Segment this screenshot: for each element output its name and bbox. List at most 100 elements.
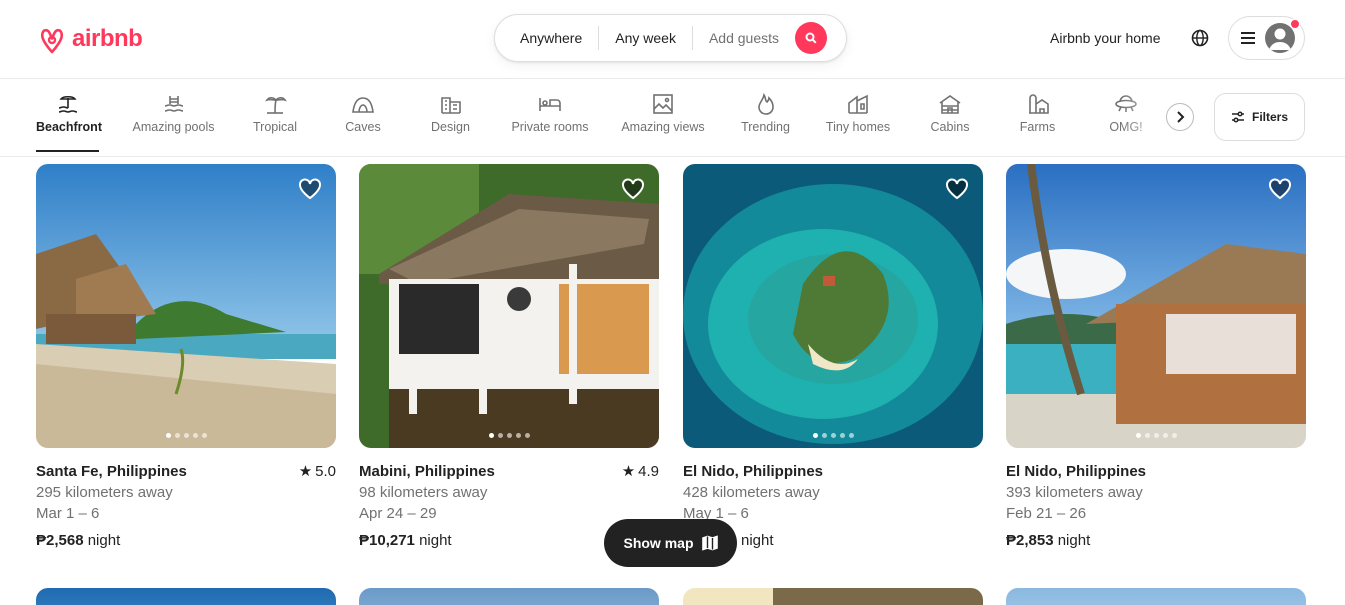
category-label: Tiny homes [825, 120, 891, 134]
listing-dates: May 1 – 6 [683, 505, 749, 522]
airbnb-logo[interactable]: airbnb [36, 22, 143, 56]
heart-icon[interactable] [945, 178, 969, 200]
price-unit: night [1057, 532, 1091, 549]
filters-button[interactable]: Filters [1214, 93, 1305, 141]
price-value: ₱2,853 [1006, 532, 1054, 549]
listing-location: El Nido, Philippines [1006, 463, 1147, 480]
listing-photo[interactable] [36, 164, 336, 448]
search-when[interactable]: Any week [599, 26, 693, 50]
category-tropical[interactable]: Tropical [252, 90, 298, 152]
category-tiny-homes[interactable]: Tiny homes [825, 90, 891, 152]
category-caves[interactable]: Caves [343, 90, 383, 152]
beach-hut-photo [1006, 164, 1306, 448]
listing-price: ₱2,853 night [1006, 530, 1306, 551]
hamburger-icon [1241, 32, 1255, 44]
tiny-home-icon [848, 94, 868, 114]
listing-distance: 428 kilometers away [683, 484, 820, 501]
globe-icon[interactable] [1190, 28, 1210, 48]
listing-price: ₱2,568 night [36, 530, 336, 551]
category-private-rooms[interactable]: Private rooms [510, 90, 590, 152]
photo-dots [683, 433, 983, 438]
search-where[interactable]: Anywhere [495, 26, 600, 50]
listing-photo-peek[interactable] [683, 588, 983, 605]
listing-rating: ★ 5.0 [299, 461, 336, 482]
listing-photo[interactable] [683, 164, 983, 448]
bed-icon [539, 98, 561, 111]
chevron-right-icon [1177, 111, 1185, 123]
listing-photo-peek[interactable] [1006, 588, 1306, 605]
pool-icon [164, 96, 183, 112]
category-beachfront[interactable]: Beachfront [36, 90, 102, 152]
price-value: ₱10,271 [359, 532, 415, 549]
listing-card[interactable]: El Nido, Philippines 428 kilometers away… [683, 164, 983, 551]
category-next-button[interactable] [1166, 103, 1194, 131]
show-map-button[interactable]: Show map [604, 519, 737, 567]
listing-photo-peek[interactable] [36, 588, 336, 605]
brand-name: airbnb [72, 25, 143, 52]
airbnb-logo-icon [40, 28, 64, 54]
listing-photo-peek[interactable] [359, 588, 659, 605]
star-icon: ★ [621, 463, 636, 480]
listing-distance: 98 kilometers away [359, 484, 488, 501]
category-trending[interactable]: Trending [739, 90, 792, 152]
listing-card[interactable]: El Nido, Philippines 393 kilometers away… [1006, 164, 1306, 551]
airbnb-your-home-link[interactable]: Airbnb your home [1050, 30, 1161, 46]
listing-location: Mabini, Philippines [359, 463, 495, 480]
active-underline [36, 150, 99, 152]
beachfront-icon [58, 95, 77, 113]
map-icon [701, 535, 718, 551]
rating-value: 4.9 [638, 463, 659, 480]
search-button[interactable] [795, 22, 828, 54]
listing-card[interactable]: Mabini, Philippines ★ 4.9 98 kilometers a… [359, 164, 659, 551]
heart-icon[interactable] [1268, 178, 1292, 200]
palm-icon [265, 96, 287, 114]
category-amazing-views[interactable]: Amazing views [620, 90, 706, 152]
search-bar[interactable]: Anywhere Any week Add guests [494, 14, 847, 62]
filters-label: Filters [1251, 110, 1288, 124]
photo-dots [36, 433, 336, 438]
photo-dots [1006, 433, 1306, 438]
listing-dates: Feb 21 – 26 [1006, 505, 1087, 522]
search-who[interactable]: Add guests [693, 26, 789, 50]
price-unit: night [87, 532, 121, 549]
category-cabins[interactable]: Cabins [930, 90, 970, 152]
cave-icon [352, 97, 374, 113]
photo-dots [359, 433, 659, 438]
category-label: Cabins [930, 120, 970, 134]
category-label: Tropical [253, 120, 297, 134]
sliders-icon [1231, 111, 1244, 123]
design-icon [440, 97, 461, 114]
listing-rating: ★ 4.9 [622, 461, 659, 482]
category-label: Amazing views [621, 120, 705, 134]
price-value: ₱2,568 [36, 532, 84, 549]
rating-value: 5.0 [315, 463, 336, 480]
top-header: airbnb Anywhere Any week Add guests Airb… [0, 0, 1345, 79]
search-icon [805, 32, 817, 44]
show-map-label: Show map [623, 535, 694, 551]
price-unit: night [741, 532, 774, 549]
category-label: Private rooms [511, 120, 589, 134]
category-label: Trending [741, 120, 790, 134]
category-label: Design [431, 120, 470, 134]
beach-huts-photo [36, 164, 336, 448]
category-design[interactable]: Design [428, 90, 473, 152]
notification-dot [1290, 19, 1300, 29]
category-label: Beachfront [36, 120, 102, 134]
listing-card[interactable]: Santa Fe, Philippines ★ 5.0 295 kilometer… [36, 164, 336, 551]
category-label: Amazing pools [132, 120, 215, 134]
listing-dates: Apr 24 – 29 [359, 505, 437, 522]
category-farms[interactable]: Farms [1019, 90, 1056, 152]
heart-icon[interactable] [298, 178, 322, 200]
listing-photo[interactable] [1006, 164, 1306, 448]
price-unit: night [419, 532, 452, 549]
listing-distance: 295 kilometers away [36, 484, 173, 501]
listing-dates: Mar 1 – 6 [36, 505, 100, 522]
cabin-icon [939, 95, 961, 114]
listing-photo[interactable] [359, 164, 659, 448]
heart-icon[interactable] [621, 178, 645, 200]
farm-icon [1028, 94, 1049, 114]
listing-location: Santa Fe, Philippines [36, 463, 187, 480]
category-label: Farms [1019, 120, 1056, 134]
island-aerial-photo [683, 164, 983, 448]
category-amazing-pools[interactable]: Amazing pools [131, 90, 216, 152]
